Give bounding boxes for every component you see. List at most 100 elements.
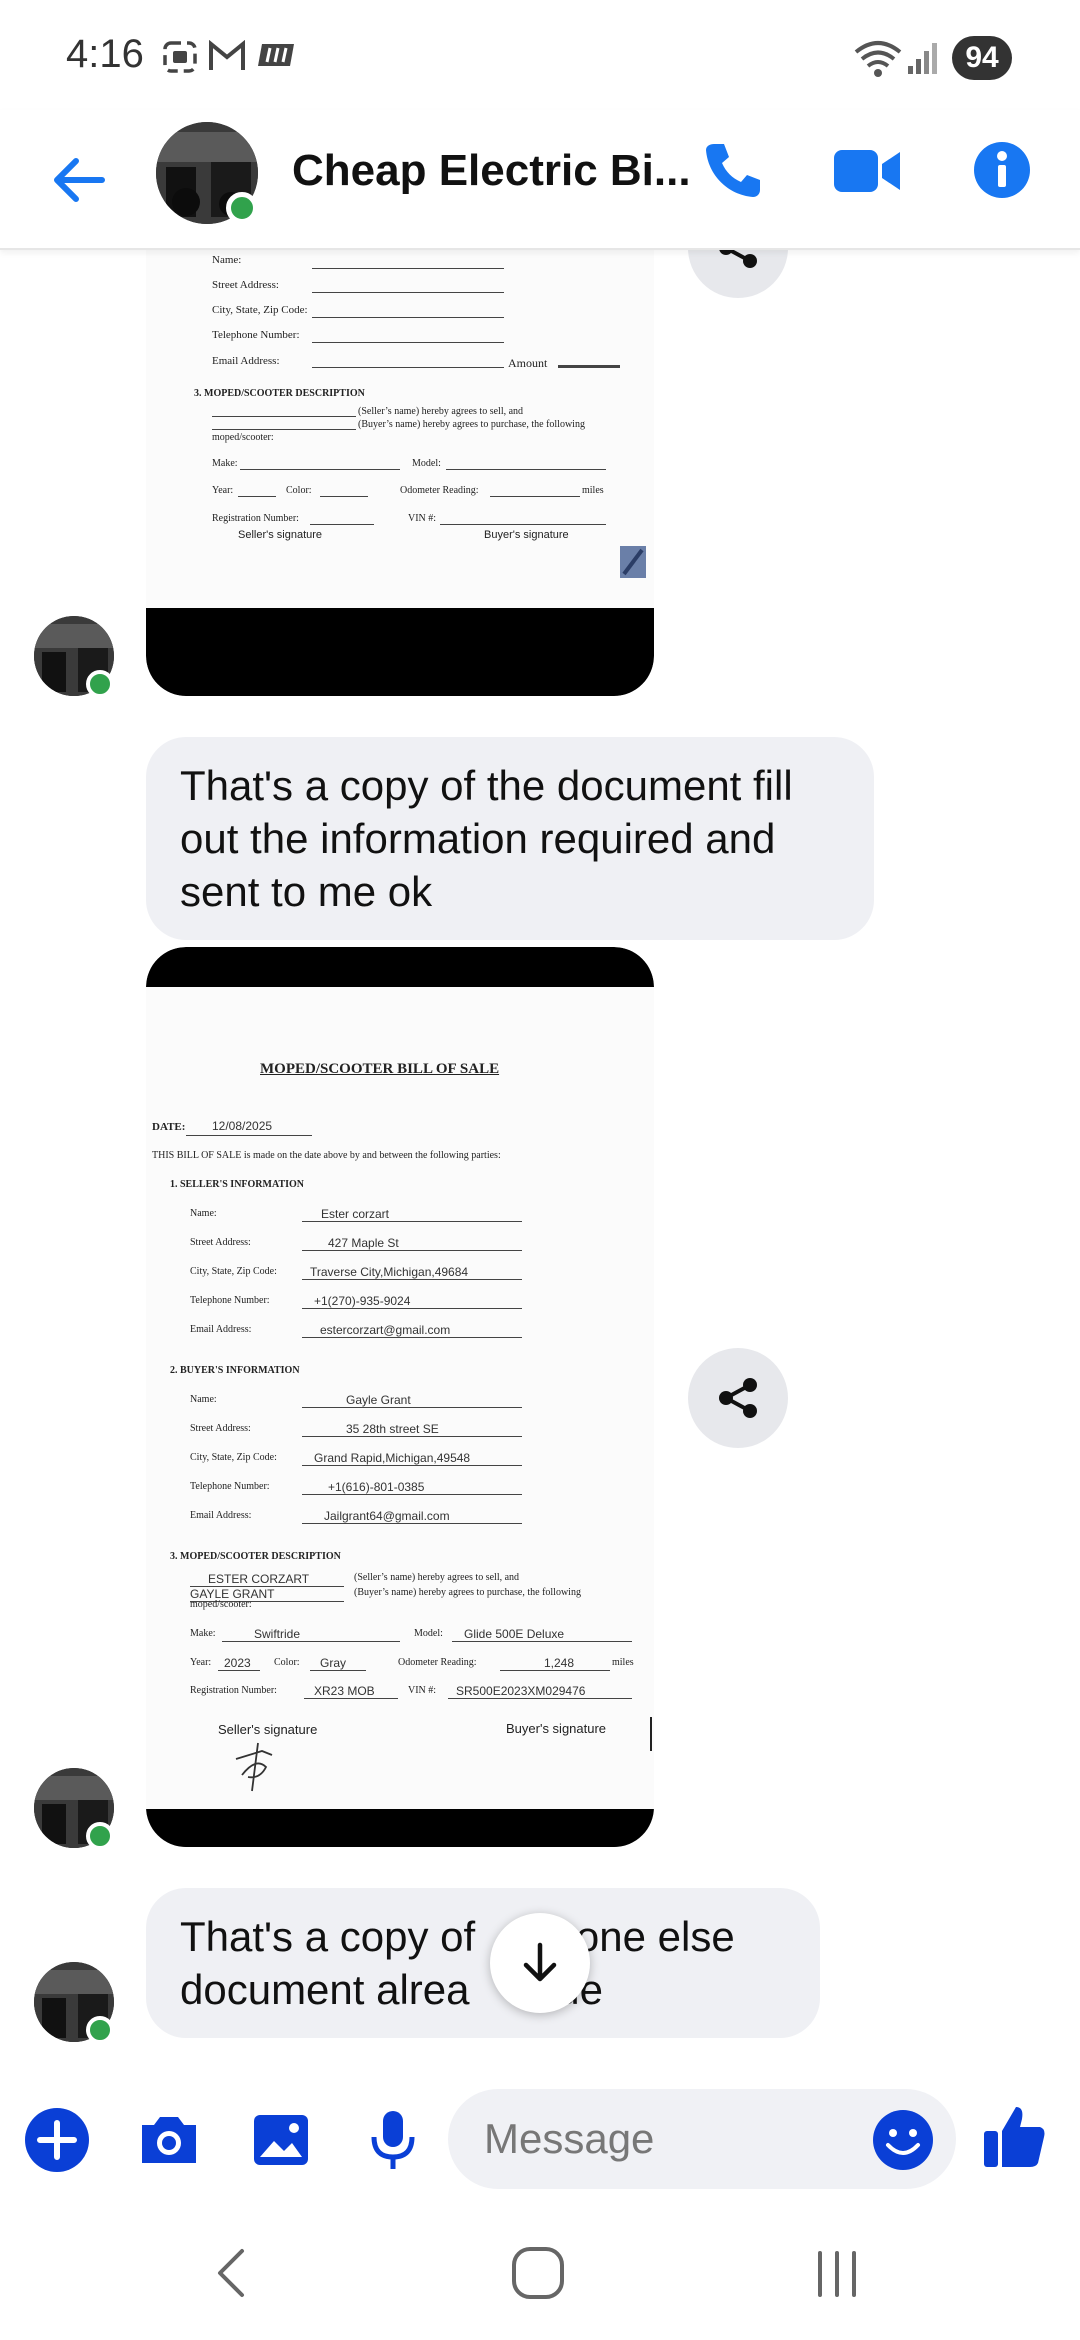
doc2-label-name: Name: (190, 1208, 217, 1219)
online-status-dot (86, 2016, 114, 2044)
doc2-seller-name-caps: ESTER CORZART (208, 1572, 310, 1586)
chat-thread[interactable]: Name: Street Address: City, State, Zip C… (0, 250, 1080, 2085)
doc2-label-email: Email Address: (190, 1324, 252, 1335)
doc1-model-label: Model: (412, 458, 441, 469)
doc2-year-value: 2023 (224, 1656, 251, 1670)
doc1-seller-clause: (Seller’s name) hereby agrees to sell, a… (358, 406, 524, 417)
doc2-label-city: City, State, Zip Code: (190, 1452, 277, 1463)
info-icon[interactable] (972, 140, 1032, 200)
doc1-field-label: Email Address: (212, 355, 280, 367)
scroll-to-bottom-button[interactable] (490, 1913, 590, 2013)
doc1-make-label: Make: (212, 458, 238, 469)
doc2-buyer-name: Gayle Grant (346, 1393, 411, 1407)
camera-icon[interactable] (134, 2105, 204, 2175)
doc1-buyer-clause: (Buyer’s name) hereby agrees to purchase… (358, 419, 585, 430)
doc2-reg-label: Registration Number: (190, 1685, 277, 1696)
doc1-miles-label: miles (582, 485, 604, 496)
online-status-dot (226, 192, 258, 224)
nav-home-icon[interactable] (508, 2243, 568, 2303)
doc2-odometer-label: Odometer Reading: (398, 1657, 477, 1668)
gmail-icon (209, 40, 245, 70)
doc2-seller-name: Ester corzart (321, 1207, 390, 1221)
doc2-vin-value: SR500E2023XM029476 (456, 1684, 586, 1698)
chat-header: Cheap Electric Bi... (0, 110, 1080, 250)
doc1-reg-label: Registration Number: (212, 513, 299, 524)
share-button[interactable] (688, 250, 788, 298)
doc2-buyer-signature-label: Buyer's signature (506, 1721, 607, 1736)
doc2-model-value: Glide 500E Deluxe (464, 1627, 565, 1641)
doc2-intro: THIS BILL OF SALE is made on the date ab… (152, 1150, 501, 1161)
thumbs-up-icon[interactable] (978, 2099, 1052, 2173)
app-notification-icon (258, 44, 294, 66)
doc2-moped-line: moped/scooter: (190, 1599, 252, 1610)
nav-recents-icon[interactable] (812, 2243, 862, 2303)
doc2-date-value: 12/08/2025 (212, 1119, 273, 1133)
doc1-field-label: Street Address: (212, 279, 279, 291)
doc1-seller-signature-label: Seller's signature (238, 529, 323, 541)
contact-name[interactable]: Cheap Electric Bi... (292, 146, 691, 196)
back-arrow-icon[interactable] (44, 145, 114, 215)
message-text: That's a copy of neone else document alrea… (180, 1913, 735, 2013)
doc1-year-label: Year: (212, 485, 234, 496)
screenshot-icon (163, 41, 197, 73)
document-image-blank[interactable]: Name: Street Address: City, State, Zip C… (146, 250, 654, 696)
doc1-field-label: Name: (212, 254, 242, 266)
doc2-miles-label: miles (612, 1657, 634, 1668)
online-status-dot (86, 670, 114, 698)
doc2-seller-street: 427 Maple St (328, 1236, 399, 1250)
gallery-icon[interactable] (246, 2105, 316, 2175)
status-time: 4:16 (66, 32, 144, 76)
doc2-label-city: City, State, Zip Code: (190, 1266, 277, 1277)
doc1-vin-label: VIN #: (408, 513, 437, 524)
doc2-seller-section: 1. SELLER'S INFORMATION (170, 1179, 305, 1190)
doc1-moped-line: moped/scooter: (212, 432, 274, 443)
doc2-moped-section: 3. MOPED/SCOOTER DESCRIPTION (170, 1551, 341, 1562)
nav-back-icon[interactable] (210, 2243, 254, 2303)
doc2-seller-clause: (Seller’s name) hereby agrees to sell, a… (354, 1572, 520, 1583)
doc1-amount-label: Amount (508, 356, 548, 370)
share-button[interactable] (688, 1348, 788, 1448)
document-image-filled[interactable]: MOPED/SCOOTER BILL OF SALE DATE: 12/08/2… (146, 947, 654, 1847)
wifi-icon (854, 41, 902, 77)
doc2-year-label: Year: (190, 1657, 212, 1668)
doc2-buyer-city: Grand Rapid,Michigan,49548 (314, 1451, 471, 1465)
doc2-color-value: Gray (320, 1656, 347, 1670)
doc2-make-value: Swiftride (254, 1627, 301, 1641)
doc2-label-email: Email Address: (190, 1510, 252, 1521)
doc2-seller-email: estercorzart@gmail.com (320, 1323, 451, 1337)
status-bar: 4:16 94 (0, 0, 1080, 110)
doc2-label-street: Street Address: (190, 1423, 251, 1434)
doc2-odometer-value: 1,248 (544, 1656, 575, 1670)
edit-badge-icon (620, 546, 646, 578)
doc2-buyer-clause: (Buyer’s name) hereby agrees to purchase… (354, 1587, 581, 1598)
doc2-buyer-section: 2. BUYER'S INFORMATION (170, 1365, 300, 1376)
seller-signature-scribble (235, 1742, 273, 1792)
plus-icon[interactable] (22, 2105, 92, 2175)
video-camera-icon[interactable] (832, 144, 902, 198)
received-message[interactable]: That's a copy of neone else document alrea… (146, 1888, 820, 2038)
doc2-model-label: Model: (414, 1628, 443, 1639)
doc1-odometer-label: Odometer Reading: (400, 485, 479, 496)
doc2-buyer-phone: +1(616)-801-0385 (328, 1480, 425, 1494)
doc2-label-phone: Telephone Number: (190, 1295, 270, 1306)
doc2-make-label: Make: (190, 1628, 216, 1639)
doc2-buyer-street: 35 28th street SE (346, 1422, 439, 1436)
doc1-color-label: Color: (286, 485, 312, 496)
share-icon (719, 1378, 757, 1418)
arrow-down-icon (523, 1942, 557, 1982)
microphone-icon[interactable] (358, 2105, 428, 2175)
doc2-label-street: Street Address: (190, 1237, 251, 1248)
doc1-field-label: Telephone Number: (212, 329, 300, 341)
doc2-label-name: Name: (190, 1394, 217, 1405)
emoji-icon[interactable] (870, 2107, 936, 2173)
doc2-label-phone: Telephone Number: (190, 1481, 270, 1492)
doc1-field-label: City, State, Zip Code: (212, 304, 308, 316)
doc2-seller-city: Traverse City,Michigan,49684 (310, 1265, 469, 1279)
system-navigation-bar (0, 2205, 1080, 2340)
phone-icon[interactable] (700, 138, 764, 202)
doc2-title: MOPED/SCOOTER BILL OF SALE (260, 1061, 500, 1077)
doc2-reg-value: XR23 MOB (314, 1684, 375, 1698)
doc2-buyer-email: Jailgrant64@gmail.com (324, 1509, 450, 1523)
received-message[interactable]: That's a copy of the document fill out t… (146, 737, 874, 940)
message-composer (0, 2075, 1080, 2205)
